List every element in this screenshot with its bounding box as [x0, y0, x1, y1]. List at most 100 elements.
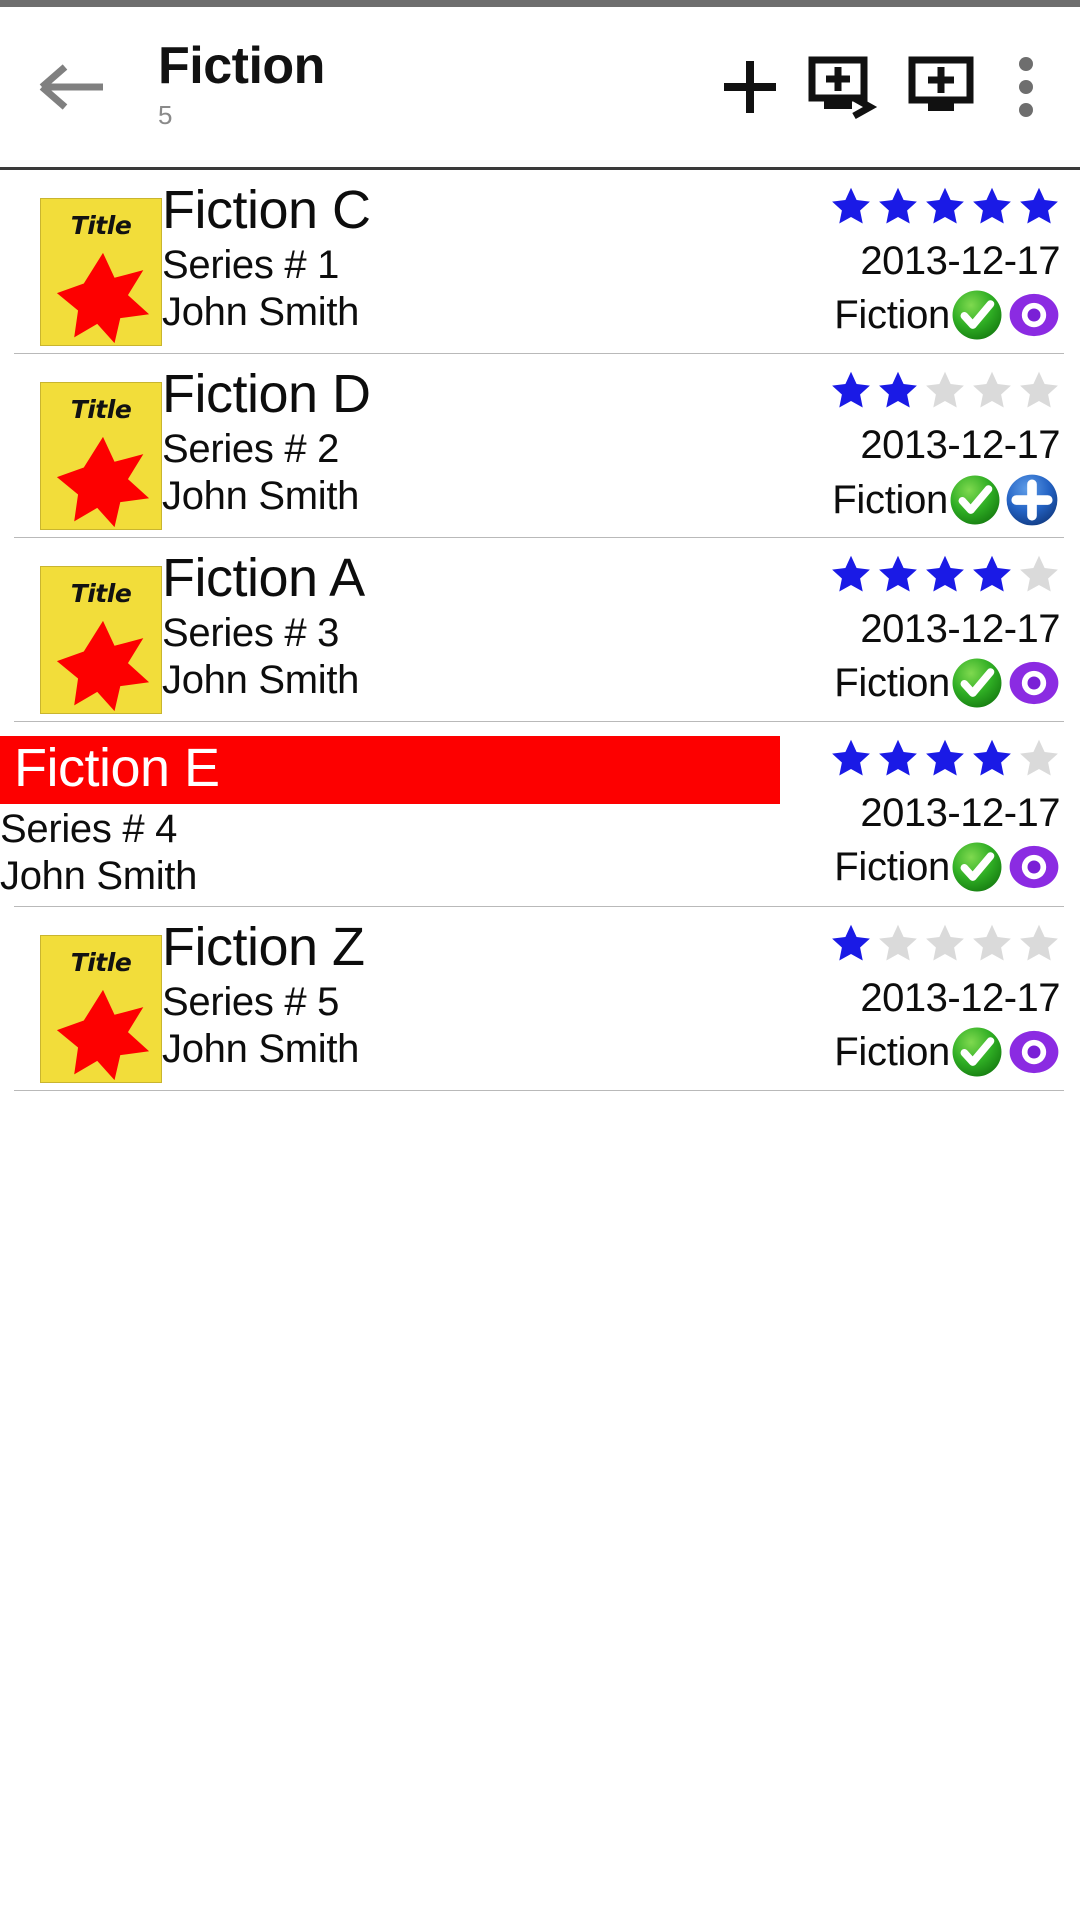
book-meta-column: 2013-12-17 Fiction [760, 907, 1080, 1079]
thumbnail-title-label: Title [70, 211, 132, 240]
overflow-menu-icon [1018, 56, 1034, 118]
check-badge-icon[interactable] [950, 840, 1004, 894]
thumbnail-title-label: Title [70, 395, 132, 424]
overflow-menu-button[interactable] [990, 39, 1062, 135]
rating-stars[interactable] [760, 184, 1060, 228]
back-button[interactable] [36, 51, 108, 123]
rating-star-1[interactable] [830, 922, 872, 964]
rating-star-3[interactable] [924, 369, 966, 411]
rating-star-1[interactable] [830, 369, 872, 411]
plus-badge-icon[interactable] [1004, 472, 1060, 528]
book-title-highlight: Fiction E [0, 736, 780, 805]
book-status-row: Fiction [760, 288, 1060, 342]
rating-star-5[interactable] [1018, 737, 1060, 779]
rating-star-4[interactable] [971, 553, 1013, 595]
page-title: Fiction [158, 36, 325, 95]
add-to-screen-next-icon [808, 54, 884, 120]
rating-star-1[interactable] [830, 553, 872, 595]
book-list-item[interactable]: Title Fiction C Series # 1 John Smith 2013-1… [0, 170, 1080, 354]
book-title: Fiction A [162, 548, 365, 608]
book-status-label: Fiction [834, 1030, 950, 1074]
book-status-label: Fiction [834, 293, 950, 337]
rating-star-4[interactable] [971, 185, 1013, 227]
rating-stars[interactable] [760, 736, 1060, 780]
check-badge-icon[interactable] [950, 656, 1004, 710]
rating-star-4[interactable] [971, 922, 1013, 964]
book-series: Series # 5 [162, 980, 340, 1025]
rating-star-5[interactable] [1018, 553, 1060, 595]
book-series: Series # 4 [0, 807, 178, 852]
book-info-column: Fiction D Series # 2 John Smith [162, 354, 760, 520]
book-thumbnail[interactable]: Title [0, 907, 162, 1083]
book-status-row: Fiction [760, 472, 1060, 528]
book-status-row: Fiction [760, 656, 1060, 710]
book-series: Series # 3 [162, 611, 340, 656]
rating-star-2[interactable] [877, 553, 919, 595]
book-thumbnail[interactable]: Title [0, 170, 162, 346]
book-date: 2013-12-17 [860, 607, 1060, 651]
book-list-item[interactable]: Title Fiction D Series # 2 John Smith 2013-1… [0, 354, 1080, 538]
eye-badge-icon[interactable] [1008, 289, 1060, 341]
rating-star-5[interactable] [1018, 185, 1060, 227]
rating-stars[interactable] [760, 552, 1060, 596]
thumbnail-star-icon [51, 986, 155, 1082]
rating-star-2[interactable] [877, 737, 919, 779]
book-author: John Smith [0, 854, 198, 899]
book-thumbnail[interactable]: Title [0, 538, 162, 714]
add-to-screen-icon [907, 54, 977, 120]
thumbnail-star-icon [51, 617, 155, 713]
book-date: 2013-12-17 [860, 239, 1060, 283]
book-status-label: Fiction [834, 661, 950, 705]
thumbnail-title-label: Title [70, 579, 132, 608]
empty-list-area [0, 1091, 1080, 1691]
book-info-column: Fiction E Series # 4 John Smith [0, 722, 780, 900]
rating-stars[interactable] [760, 368, 1060, 412]
book-list: Title Fiction C Series # 1 John Smith 2013-1… [0, 170, 1080, 1091]
rating-star-1[interactable] [830, 737, 872, 779]
rating-star-3[interactable] [924, 185, 966, 227]
book-title: Fiction C [162, 180, 371, 240]
book-list-item[interactable]: Title Fiction A Series # 3 John Smith 2013-1… [0, 538, 1080, 722]
add-to-screen-next-button[interactable] [798, 39, 894, 135]
rating-stars[interactable] [760, 921, 1060, 965]
app-toolbar: Fiction 5 [0, 7, 1080, 170]
add-to-screen-button[interactable] [894, 39, 990, 135]
book-info-column: Fiction C Series # 1 John Smith [162, 170, 760, 336]
book-date: 2013-12-17 [860, 423, 1060, 467]
book-date: 2013-12-17 [860, 791, 1060, 835]
check-badge-icon[interactable] [950, 288, 1004, 342]
rating-star-2[interactable] [877, 369, 919, 411]
book-thumbnail[interactable]: Title [0, 354, 162, 530]
back-arrow-icon [39, 60, 105, 114]
check-badge-icon[interactable] [948, 473, 1002, 527]
book-info-column: Fiction Z Series # 5 John Smith [162, 907, 760, 1073]
rating-star-1[interactable] [830, 185, 872, 227]
book-series: Series # 1 [162, 243, 340, 288]
book-status-label: Fiction [832, 478, 948, 522]
rating-star-4[interactable] [971, 369, 1013, 411]
rating-star-4[interactable] [971, 737, 1013, 779]
rating-star-5[interactable] [1018, 922, 1060, 964]
eye-badge-icon[interactable] [1008, 841, 1060, 893]
rating-star-3[interactable] [924, 553, 966, 595]
eye-badge-icon[interactable] [1008, 1026, 1060, 1078]
book-list-item[interactable]: Title Fiction Z Series # 5 John Smith 2013-1… [0, 907, 1080, 1091]
book-meta-column: 2013-12-17 Fiction [760, 722, 1080, 894]
rating-star-3[interactable] [924, 922, 966, 964]
rating-star-3[interactable] [924, 737, 966, 779]
book-list-item[interactable]: Fiction E Series # 4 John Smith 2013-12-17 F… [0, 722, 1080, 907]
toolbar-actions [702, 39, 1062, 135]
rating-star-2[interactable] [877, 185, 919, 227]
add-button[interactable] [702, 39, 798, 135]
book-meta-column: 2013-12-17 Fiction [760, 538, 1080, 710]
book-meta-column: 2013-12-17 Fiction [760, 170, 1080, 342]
book-title: Fiction D [162, 364, 371, 424]
title-block: Fiction 5 [158, 40, 702, 135]
rating-star-2[interactable] [877, 922, 919, 964]
thumbnail-title-label: Title [70, 948, 132, 977]
book-author: John Smith [162, 290, 360, 335]
eye-badge-icon[interactable] [1008, 657, 1060, 709]
book-author: John Smith [162, 1027, 360, 1072]
check-badge-icon[interactable] [950, 1025, 1004, 1079]
rating-star-5[interactable] [1018, 369, 1060, 411]
